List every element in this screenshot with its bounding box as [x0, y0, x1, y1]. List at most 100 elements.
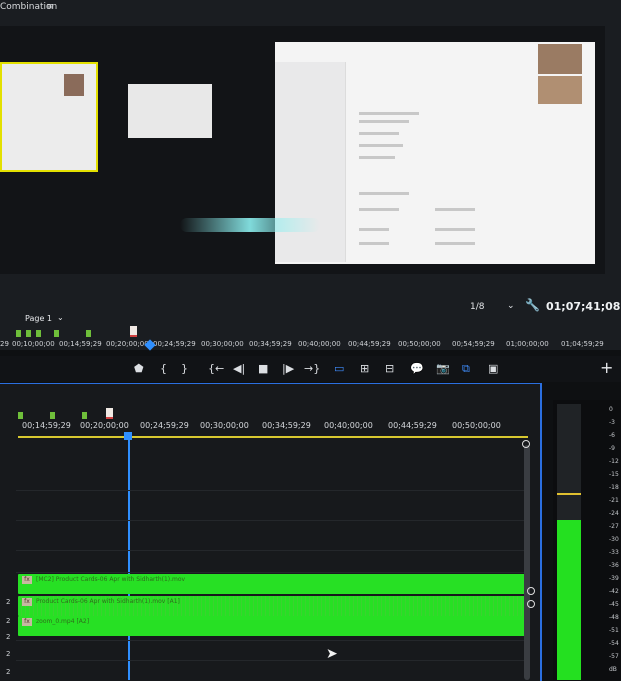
comment-button[interactable]: 💬 [410, 362, 424, 375]
ruler-tick: 00;20;00;00 [80, 421, 129, 430]
marker[interactable] [26, 330, 31, 337]
db-label: -33 [609, 549, 619, 556]
insert-button[interactable]: ⊟ [385, 362, 394, 375]
ruler-tick: 00;44;59;29 [388, 421, 437, 430]
db-label: -21 [609, 497, 619, 504]
ruler-tick: 00;34;59;29 [249, 340, 292, 348]
timeline-playhead-handle[interactable] [124, 432, 132, 440]
fx-badge: fx [22, 576, 32, 584]
timeline-playhead[interactable] [128, 440, 130, 680]
marker[interactable] [86, 330, 91, 337]
track-label[interactable]: 2 [6, 633, 10, 641]
db-label: -12 [609, 458, 619, 465]
audio-clip[interactable]: fx Product Cards-06 Apr with Sidharth(1)… [18, 596, 528, 616]
step-forward-button[interactable]: |▶ [282, 362, 294, 375]
db-label: -45 [609, 601, 619, 608]
ruler-tick: 00;24;59;29 [153, 340, 196, 348]
wrench-icon[interactable]: 🔧 [525, 298, 540, 312]
db-label: -30 [609, 536, 619, 543]
track-divider [16, 550, 528, 551]
monitor-time-ruler[interactable]: 29 00;10;00;00 00;14;59;29 00;20;00;00 0… [0, 330, 621, 352]
ruler-tick: 00;34;59;29 [262, 421, 311, 430]
marker[interactable] [82, 412, 87, 419]
mark-in-button[interactable]: { [160, 362, 167, 375]
db-label: -3 [609, 419, 615, 426]
track-label[interactable]: 2 [6, 668, 10, 676]
db-label: -39 [609, 575, 619, 582]
marker[interactable] [16, 330, 21, 337]
marker[interactable] [106, 408, 113, 419]
chevron-down-icon[interactable]: ⌄ [507, 301, 515, 311]
scroll-handle[interactable] [527, 600, 535, 608]
db-label: -18 [609, 484, 619, 491]
participant-camera [538, 44, 582, 74]
db-label: -15 [609, 471, 619, 478]
marker[interactable] [50, 412, 55, 419]
video-thumbnail[interactable] [128, 84, 212, 138]
timeline-vertical-scrollbar[interactable] [524, 445, 530, 680]
ruler-tick: 00;40;00;00 [324, 421, 373, 430]
db-label: -9 [609, 445, 615, 452]
chevron-down-icon[interactable]: ⌄ [57, 313, 64, 322]
step-back-button[interactable]: ◀| [233, 362, 245, 375]
db-label: -27 [609, 523, 619, 530]
ruler-tick: 00;54;59;29 [452, 340, 495, 348]
db-label: -24 [609, 510, 619, 517]
extract-button[interactable]: ⊞ [360, 362, 369, 375]
clip-name: [MC2] Product Cards-06 Apr with Sidharth… [36, 576, 186, 583]
ruler-tick: 00;30;00;00 [201, 340, 244, 348]
track-divider [16, 490, 528, 491]
track-divider [16, 572, 528, 573]
screen-glare [180, 218, 320, 232]
db-label: -57 [609, 653, 619, 660]
db-label: -54 [609, 640, 619, 647]
ruler-tick: 00;40;00;00 [298, 340, 341, 348]
selected-video-thumbnail[interactable] [0, 62, 98, 172]
timecode-display[interactable]: 01;07;41;08 [546, 300, 620, 313]
track-label[interactable]: 2 [6, 598, 10, 606]
scroll-handle[interactable] [527, 587, 535, 595]
track-divider [16, 520, 528, 521]
marker[interactable] [130, 326, 137, 337]
marker[interactable] [36, 330, 41, 337]
page-select[interactable]: Page 1 [25, 314, 52, 323]
db-label: -48 [609, 614, 619, 621]
work-area-bar[interactable] [18, 436, 528, 438]
lift-button[interactable]: ▭ [334, 362, 344, 375]
hamburger-menu-icon[interactable]: ≡ [46, 2, 54, 12]
marker[interactable] [18, 412, 23, 419]
fx-badge: fx [22, 598, 32, 606]
db-label: dB [609, 666, 617, 673]
multicam-button[interactable]: ▣ [488, 362, 498, 375]
track-divider [16, 640, 528, 641]
go-to-in-button[interactable]: {← [208, 362, 224, 375]
meter-track [557, 404, 581, 520]
playback-resolution-select[interactable]: 1/8 [470, 302, 484, 312]
track-label[interactable]: 2 [6, 650, 10, 658]
track-label[interactable]: 2 [6, 617, 10, 625]
go-to-out-button[interactable]: →} [304, 362, 320, 375]
meter-level-bar [557, 520, 581, 680]
ruler-tick: 00;10;00;00 [12, 340, 55, 348]
marker[interactable] [54, 330, 59, 337]
ruler-tick: 00;50;00;00 [398, 340, 441, 348]
db-label: 0 [609, 406, 613, 413]
video-clip[interactable]: fx [MC2] Product Cards-06 Apr with Sidha… [18, 574, 528, 594]
audio-clip[interactable]: fx zoom_0.mp4 [A2] [18, 616, 528, 636]
ruler-tick: 29 [0, 340, 9, 348]
stop-button[interactable]: ■ [258, 362, 268, 375]
ruler-tick: 00;24;59;29 [140, 421, 189, 430]
participant-camera [538, 76, 582, 104]
db-label: -51 [609, 627, 619, 634]
add-marker-button[interactable]: ⬟ [134, 362, 144, 375]
clip-name: Product Cards-06 Apr with Sidharth(1).mo… [36, 598, 180, 605]
scroll-handle[interactable] [522, 440, 530, 448]
compare-view-button[interactable]: ⧉ [462, 362, 470, 376]
db-label: -6 [609, 432, 615, 439]
export-frame-button[interactable]: 📷 [436, 362, 450, 375]
mark-out-button[interactable]: } [181, 362, 188, 375]
timeline-time-ruler[interactable]: 00;14;59;29 00;20;00;00 00;24;59;29 00;3… [0, 406, 540, 444]
db-label: -36 [609, 562, 619, 569]
add-button[interactable]: + [600, 358, 613, 377]
meter-peak-indicator [557, 493, 581, 495]
